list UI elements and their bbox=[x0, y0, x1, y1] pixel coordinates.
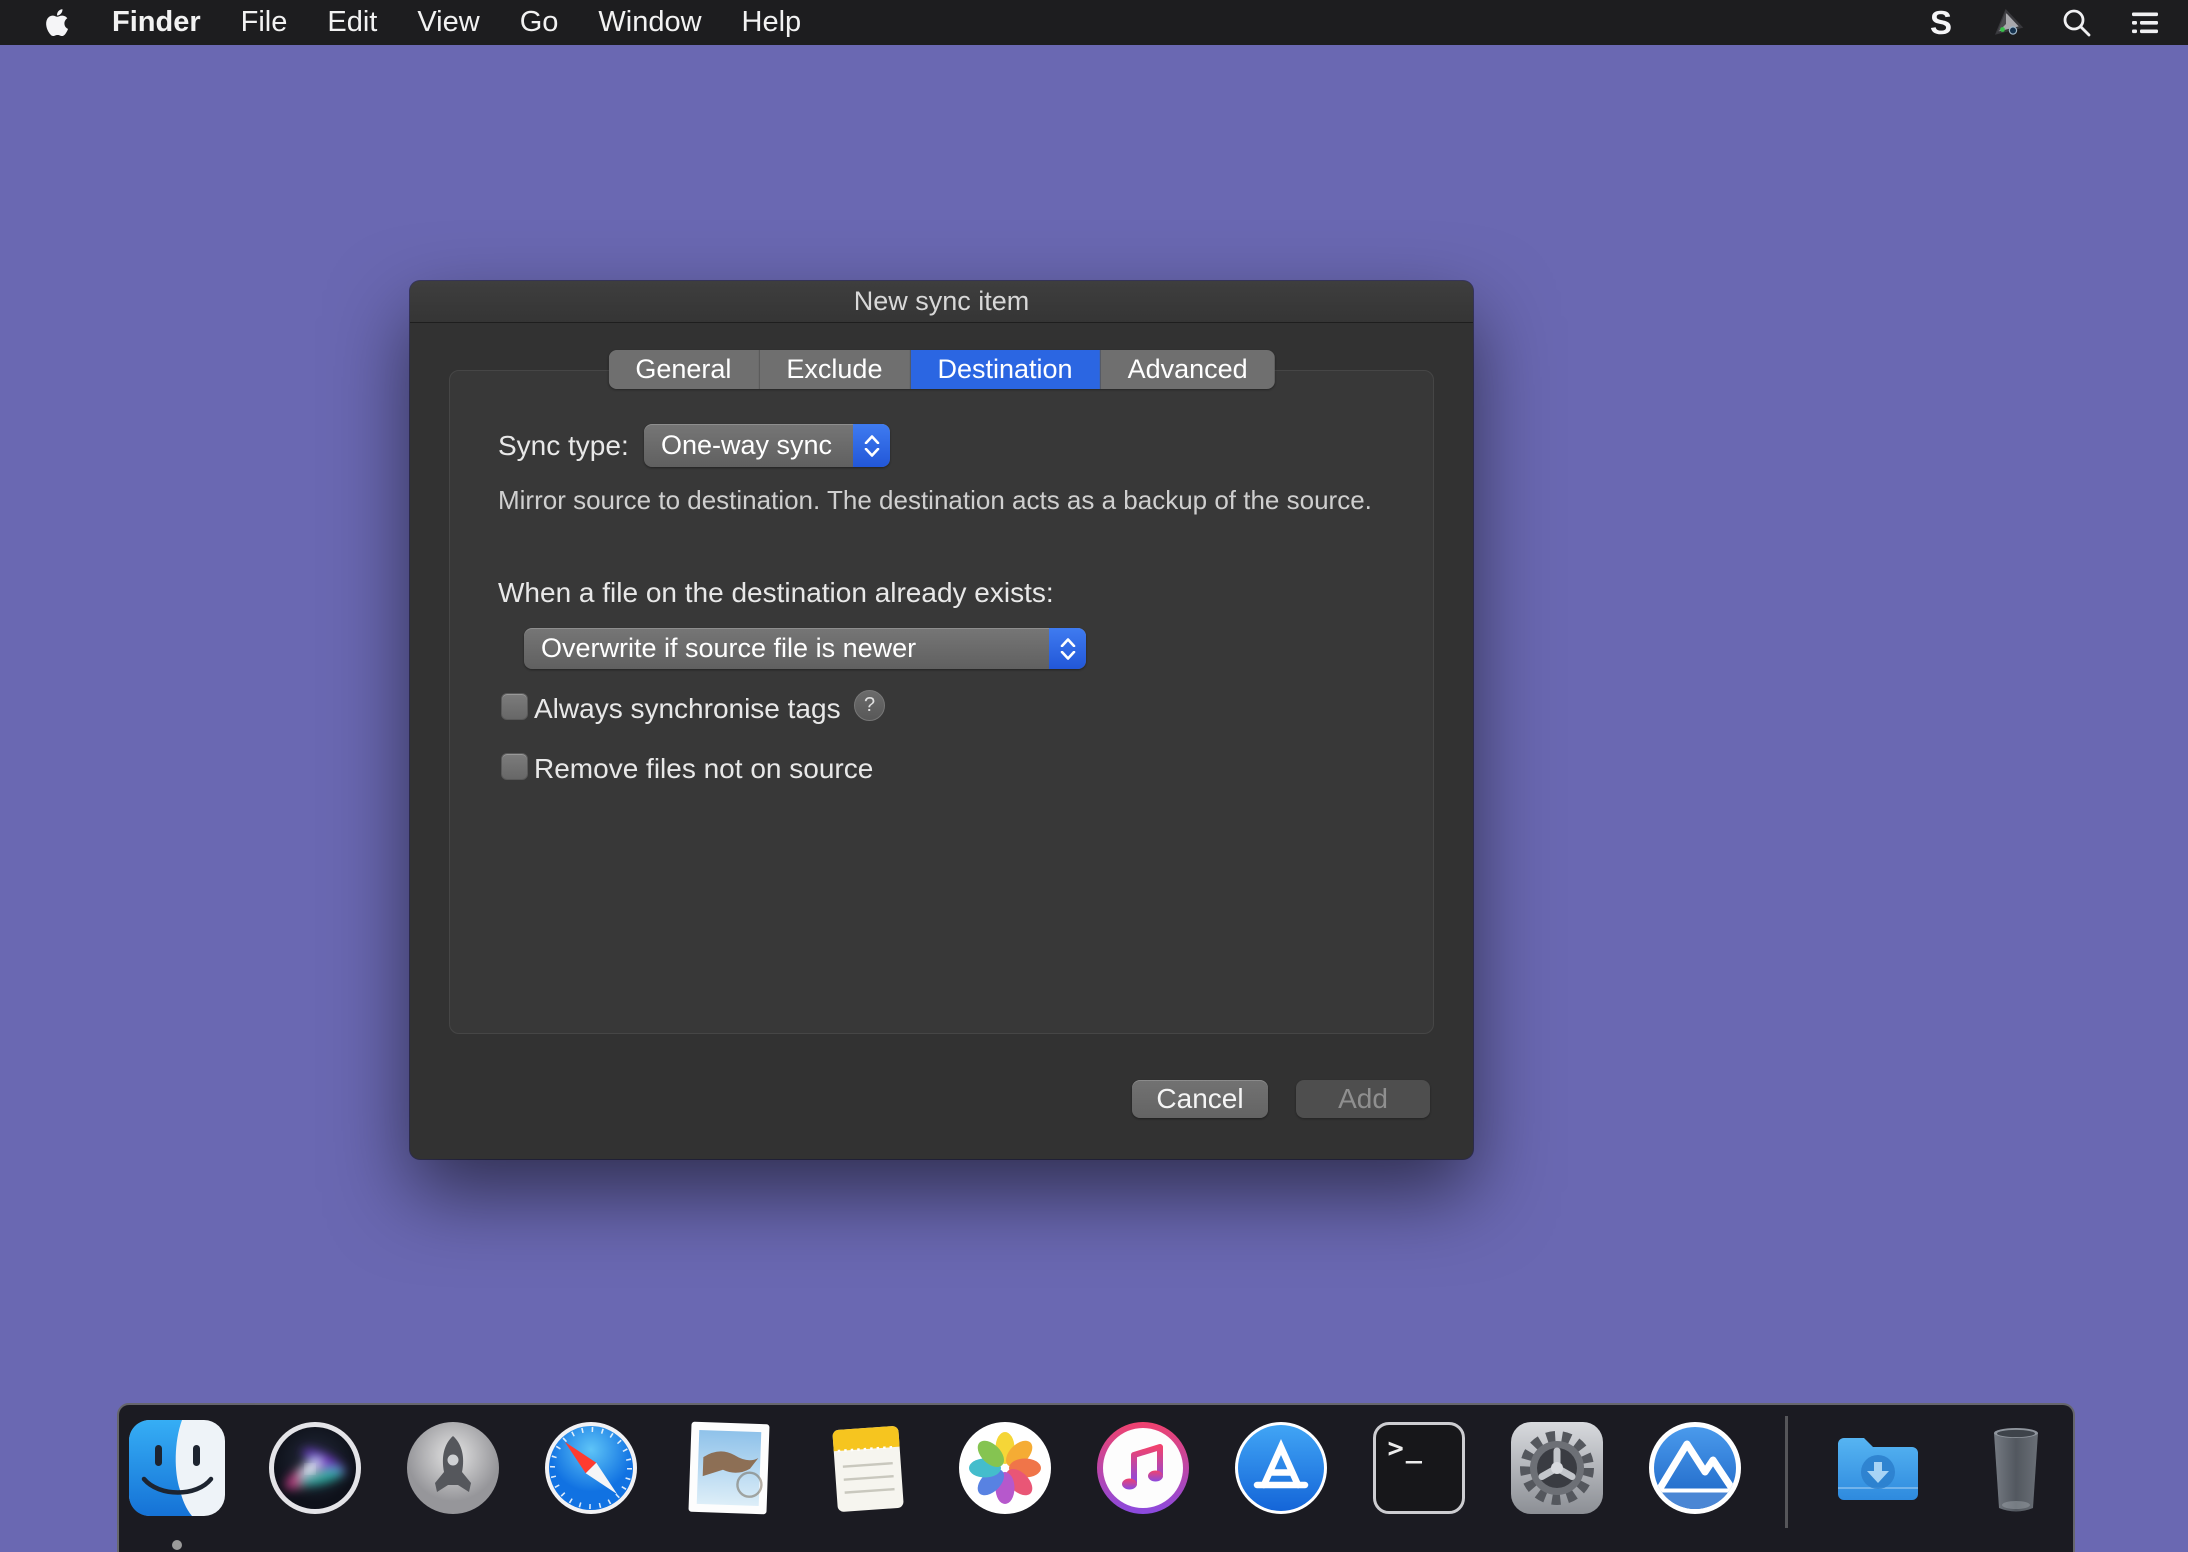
tab-bar: General Exclude Destination Advanced bbox=[608, 350, 1274, 389]
itunes-dock-icon[interactable] bbox=[1095, 1420, 1191, 1516]
popup-stepper-icon bbox=[1049, 628, 1086, 669]
menubar-app-name[interactable]: Finder bbox=[112, 6, 201, 39]
remove-files-not-on-source-label: Remove files not on source bbox=[534, 753, 873, 785]
app-cleaner-dock-icon[interactable] bbox=[1647, 1420, 1743, 1516]
terminal-prompt-glyph: >_ bbox=[1388, 1433, 1425, 1464]
sync-type-label: Sync type: bbox=[498, 430, 629, 462]
launchpad-dock-icon[interactable] bbox=[405, 1420, 501, 1516]
spotlight-search-icon[interactable] bbox=[2060, 6, 2094, 40]
app-store-dock-icon[interactable] bbox=[1233, 1420, 1329, 1516]
tab-advanced[interactable]: Advanced bbox=[1101, 350, 1275, 389]
cursor-tool-icon[interactable] bbox=[1992, 6, 2026, 40]
photos-dock-icon[interactable] bbox=[957, 1420, 1053, 1516]
sync-type-popup[interactable]: One-way sync bbox=[644, 424, 890, 467]
add-button[interactable]: Add bbox=[1296, 1080, 1430, 1118]
trash-dock-icon[interactable] bbox=[1968, 1420, 2064, 1516]
help-button[interactable]: ? bbox=[854, 690, 885, 721]
destination-settings-group: Sync type: One-way sync Mirror source to… bbox=[449, 370, 1434, 1034]
sync-type-description: Mirror source to destination. The destin… bbox=[498, 485, 1372, 516]
menubar-item-file[interactable]: File bbox=[241, 6, 288, 39]
dock: >_ bbox=[117, 1403, 2075, 1552]
remove-files-not-on-source-checkbox[interactable] bbox=[501, 753, 528, 780]
mail-dock-icon[interactable] bbox=[681, 1420, 777, 1516]
finder-running-indicator bbox=[172, 1540, 182, 1550]
menubar-item-go[interactable]: Go bbox=[520, 6, 559, 39]
popup-stepper-icon bbox=[853, 424, 890, 467]
menubar-item-view[interactable]: View bbox=[417, 6, 479, 39]
terminal-dock-icon[interactable]: >_ bbox=[1371, 1420, 1467, 1516]
conflict-popup[interactable]: Overwrite if source file is newer bbox=[524, 628, 1086, 669]
synctime-icon[interactable]: S bbox=[1924, 6, 1958, 40]
dialog-title-bar[interactable]: New sync item bbox=[410, 281, 1473, 323]
conflict-label: When a file on the destination already e… bbox=[498, 577, 1054, 609]
siri-dock-icon[interactable] bbox=[267, 1420, 363, 1516]
downloads-folder-dock-icon[interactable] bbox=[1830, 1420, 1926, 1516]
apple-menu-icon[interactable] bbox=[42, 5, 72, 41]
menubar-item-edit[interactable]: Edit bbox=[327, 6, 377, 39]
terminal-window-shape: >_ bbox=[1373, 1422, 1465, 1514]
dock-separator bbox=[1785, 1416, 1788, 1528]
sync-type-popup-value: One-way sync bbox=[644, 430, 853, 461]
tab-general[interactable]: General bbox=[608, 350, 759, 389]
conflict-popup-value: Overwrite if source file is newer bbox=[524, 633, 1049, 664]
menubar-item-help[interactable]: Help bbox=[742, 6, 802, 39]
dialog-title: New sync item bbox=[854, 286, 1030, 317]
notification-center-icon[interactable] bbox=[2128, 6, 2162, 40]
tab-exclude[interactable]: Exclude bbox=[759, 350, 910, 389]
always-synchronise-tags-checkbox[interactable] bbox=[501, 693, 528, 720]
notes-dock-icon[interactable] bbox=[819, 1420, 915, 1516]
safari-dock-icon[interactable] bbox=[543, 1420, 639, 1516]
new-sync-item-dialog: New sync item General Exclude Destinatio… bbox=[410, 281, 1473, 1159]
finder-dock-icon[interactable] bbox=[129, 1420, 225, 1516]
tab-destination[interactable]: Destination bbox=[910, 350, 1100, 389]
cancel-button[interactable]: Cancel bbox=[1132, 1080, 1268, 1118]
system-preferences-dock-icon[interactable] bbox=[1509, 1420, 1605, 1516]
menu-bar: Finder File Edit View Go Window Help S bbox=[0, 0, 2188, 45]
menubar-item-window[interactable]: Window bbox=[598, 6, 701, 39]
always-synchronise-tags-label: Always synchronise tags bbox=[534, 693, 841, 725]
